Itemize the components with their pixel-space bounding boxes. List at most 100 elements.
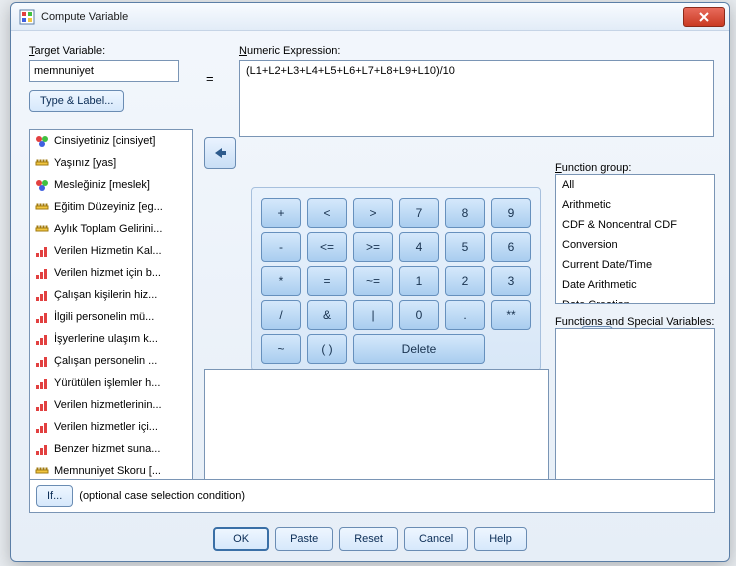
- keypad-0[interactable]: 0: [399, 300, 439, 330]
- variable-label: Verilen Hizmetin Kal...: [54, 242, 162, 260]
- variable-item[interactable]: Verilen hizmetlerinin...: [30, 394, 192, 416]
- ordinal-icon: [35, 266, 49, 280]
- variable-label: Eğitim Düzeyiniz [eg...: [54, 198, 163, 216]
- target-variable-input[interactable]: [29, 60, 179, 82]
- function-group-list[interactable]: AllArithmeticCDF & Noncentral CDFConvers…: [555, 174, 715, 304]
- keypad-[interactable]: ( ): [307, 334, 347, 364]
- variable-item[interactable]: Verilen hizmet için b...: [30, 262, 192, 284]
- keypad-1[interactable]: 1: [399, 266, 439, 296]
- keypad-[interactable]: +: [261, 198, 301, 228]
- keypad-[interactable]: *: [261, 266, 301, 296]
- ok-button[interactable]: OK: [213, 527, 269, 551]
- keypad-[interactable]: .: [445, 300, 485, 330]
- keypad-[interactable]: =: [307, 266, 347, 296]
- variable-label: İşyerlerine ulaşım k...: [54, 330, 158, 348]
- keypad-5[interactable]: 5: [445, 232, 485, 262]
- reset-button[interactable]: Reset: [339, 527, 398, 551]
- variable-item[interactable]: Verilen Hizmetin Kal...: [30, 240, 192, 262]
- keypad-6[interactable]: 6: [491, 232, 531, 262]
- close-button[interactable]: [683, 7, 725, 27]
- description-area: [204, 369, 549, 483]
- case-selection-row: If... (optional case selection condition…: [29, 479, 715, 513]
- if-button-label: If...: [47, 490, 62, 502]
- ordinal-icon: [35, 288, 49, 302]
- functions-special-label: Functions and Special Variables:: [555, 316, 715, 328]
- variable-label: Yaşınız [yas]: [54, 154, 116, 172]
- ordinal-icon: [35, 398, 49, 412]
- keypad-[interactable]: -: [261, 232, 301, 262]
- cancel-button[interactable]: Cancel: [404, 527, 468, 551]
- variable-label: Mesleğiniz [meslek]: [54, 176, 150, 194]
- function-group-label: Function group:: [555, 162, 715, 174]
- function-group-item[interactable]: CDF & Noncentral CDF: [556, 215, 714, 235]
- functions-special-list[interactable]: [555, 328, 715, 494]
- keypad-[interactable]: /: [261, 300, 301, 330]
- ordinal-icon: [35, 420, 49, 434]
- variable-label: Memnuniyet Skoru [...: [54, 462, 161, 480]
- ordinal-icon: [35, 332, 49, 346]
- keypad-[interactable]: <: [307, 198, 347, 228]
- window-title: Compute Variable: [41, 11, 677, 23]
- keypad-3[interactable]: 3: [491, 266, 531, 296]
- function-group-item[interactable]: Conversion: [556, 235, 714, 255]
- scale-icon: [35, 156, 49, 170]
- variable-label: Cinsiyetiniz [cinsiyet]: [54, 132, 155, 150]
- numeric-expression-input[interactable]: (L1+L2+L3+L4+L5+L6+L7+L8+L9+L10)/10: [239, 60, 714, 137]
- variable-item[interactable]: Benzer hizmet suna...: [30, 438, 192, 460]
- ordinal-icon: [35, 442, 49, 456]
- keypad-[interactable]: >: [353, 198, 393, 228]
- keypad-8[interactable]: 8: [445, 198, 485, 228]
- variable-item[interactable]: İlgili personelin mü...: [30, 306, 192, 328]
- keypad-4[interactable]: 4: [399, 232, 439, 262]
- variable-label: Çalışan personelin ...: [54, 352, 157, 370]
- ordinal-icon: [35, 376, 49, 390]
- keypad-[interactable]: >=: [353, 232, 393, 262]
- function-group-item[interactable]: Arithmetic: [556, 195, 714, 215]
- function-group-item[interactable]: Date Creation: [556, 295, 714, 304]
- variable-item[interactable]: Aylık Toplam Gelirini...: [30, 218, 192, 240]
- variable-label: Çalışan kişilerin hiz...: [54, 286, 157, 304]
- keypad-[interactable]: |: [353, 300, 393, 330]
- keypad-[interactable]: <=: [307, 232, 347, 262]
- if-button[interactable]: If...: [36, 485, 73, 507]
- variable-item[interactable]: Yürütülen işlemler h...: [30, 372, 192, 394]
- function-group-item[interactable]: All: [556, 175, 714, 195]
- keypad-2[interactable]: 2: [445, 266, 485, 296]
- keypad-[interactable]: ~: [261, 334, 301, 364]
- variable-item[interactable]: Çalışan personelin ...: [30, 350, 192, 372]
- variable-label: Verilen hizmetlerinin...: [54, 396, 162, 414]
- type-and-label-text: Type & Label...: [40, 95, 113, 107]
- calculator-keypad: +<>789 -<=>=456 *=~=123 /&|0.** ~( )Delete: [251, 187, 541, 371]
- ordinal-icon: [35, 310, 49, 324]
- keypad-7[interactable]: 7: [399, 198, 439, 228]
- numeric-expression-label: Numeric Expression:: [239, 45, 549, 57]
- function-group-item[interactable]: Current Date/Time: [556, 255, 714, 275]
- variable-label: Yürütülen işlemler h...: [54, 374, 160, 392]
- variable-item[interactable]: İşyerlerine ulaşım k...: [30, 328, 192, 350]
- move-to-expression-button[interactable]: [204, 137, 236, 169]
- titlebar: Compute Variable: [11, 3, 729, 31]
- ordinal-icon: [35, 244, 49, 258]
- variable-item[interactable]: Verilen hizmetler içi...: [30, 416, 192, 438]
- scale-icon: [35, 200, 49, 214]
- function-group-item[interactable]: Date Arithmetic: [556, 275, 714, 295]
- variable-item[interactable]: Yaşınız [yas]: [30, 152, 192, 174]
- paste-button[interactable]: Paste: [275, 527, 333, 551]
- variable-label: İlgili personelin mü...: [54, 308, 154, 326]
- variable-item[interactable]: Çalışan kişilerin hiz...: [30, 284, 192, 306]
- type-and-label-button[interactable]: Type & Label...: [29, 90, 124, 112]
- keypad-[interactable]: &: [307, 300, 347, 330]
- dialog-body: Target Variable: Type & Label... = Cinsi…: [11, 31, 729, 561]
- if-note: (optional case selection condition): [79, 490, 245, 502]
- variable-list[interactable]: Cinsiyetiniz [cinsiyet] Yaşınız [yas] Mesl…: [29, 129, 193, 483]
- keypad-9[interactable]: 9: [491, 198, 531, 228]
- variable-label: Verilen hizmet için b...: [54, 264, 161, 282]
- variable-item[interactable]: Eğitim Düzeyiniz [eg...: [30, 196, 192, 218]
- variable-item[interactable]: Mesleğiniz [meslek]: [30, 174, 192, 196]
- keypad-[interactable]: **: [491, 300, 531, 330]
- keypad-[interactable]: ~=: [353, 266, 393, 296]
- variable-item[interactable]: Cinsiyetiniz [cinsiyet]: [30, 130, 192, 152]
- help-button[interactable]: Help: [474, 527, 527, 551]
- keypad-Delete[interactable]: Delete: [353, 334, 485, 364]
- ordinal-icon: [35, 354, 49, 368]
